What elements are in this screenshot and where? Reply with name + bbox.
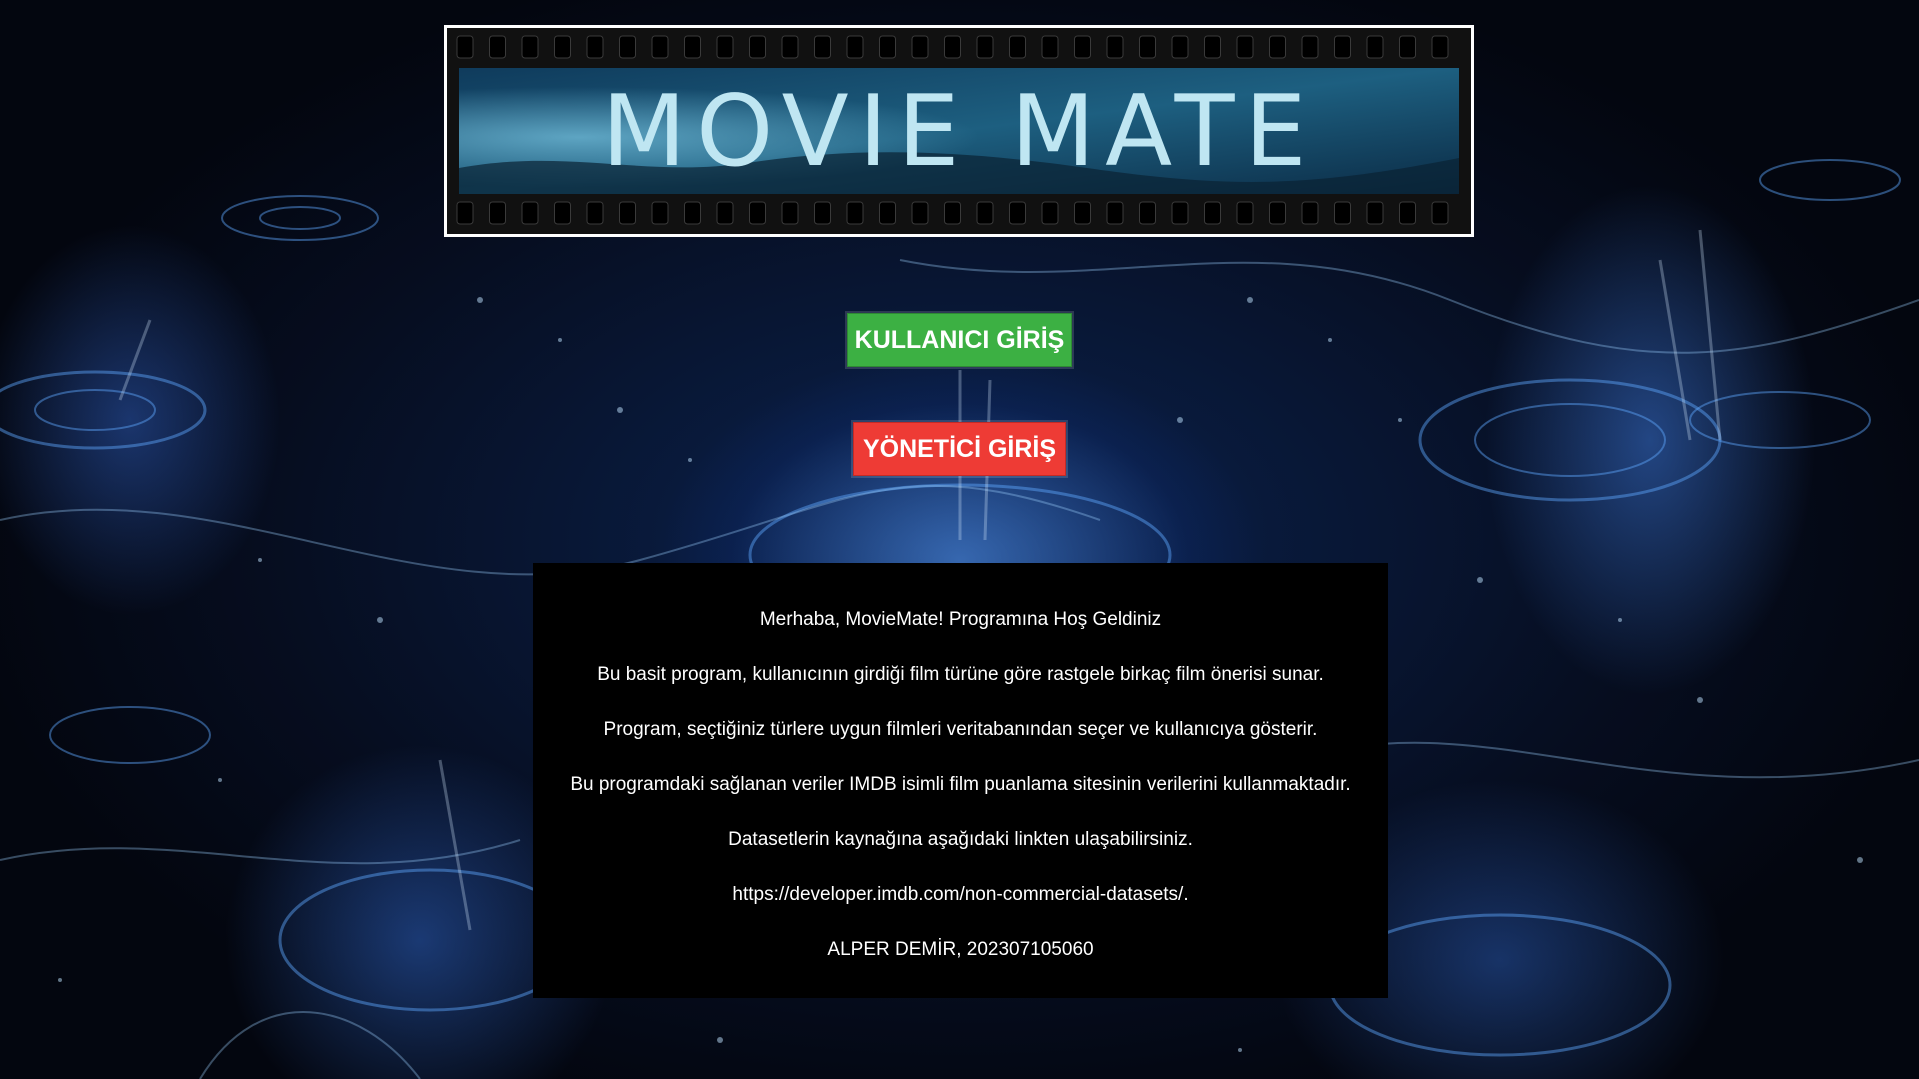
sprocket-hole	[489, 201, 506, 225]
sprocket-hole	[1334, 201, 1351, 225]
sprocket-hole	[1431, 201, 1449, 225]
sprocket-hole	[619, 35, 636, 59]
sprocket-hole	[749, 201, 766, 225]
sprocket-hole	[1399, 35, 1416, 59]
sprocket-hole	[1009, 35, 1026, 59]
sprocket-hole	[1269, 35, 1286, 59]
sprocket-hole	[749, 35, 766, 59]
sprocket-hole	[1366, 35, 1384, 59]
sprocket-hole	[586, 201, 604, 225]
sprocket-hole	[1041, 35, 1059, 59]
sprocket-hole	[911, 35, 929, 59]
sprocket-hole	[684, 201, 701, 225]
sprocket-hole	[586, 35, 604, 59]
sprocket-hole	[846, 35, 864, 59]
sprocket-hole	[1106, 201, 1124, 225]
sprocket-hole	[456, 35, 474, 59]
sprocket-hole	[1009, 201, 1026, 225]
sprocket-hole	[521, 35, 539, 59]
sprocket-hole	[781, 35, 799, 59]
user-login-button[interactable]: KULLANICI GİRİŞ	[847, 313, 1072, 367]
sprocket-hole	[1431, 35, 1449, 59]
sprocket-hole	[1106, 35, 1124, 59]
program-text: Program, seçtiğiniz türlere uygun filmle…	[603, 719, 1318, 740]
sprocket-hole	[781, 201, 799, 225]
sprocket-hole	[976, 35, 994, 59]
sprocket-hole	[554, 35, 571, 59]
sprocket-hole	[1171, 35, 1189, 59]
description-text: Bu basit program, kullanıcının girdiği f…	[597, 664, 1324, 685]
sprocket-hole	[1139, 35, 1156, 59]
data-source-text: Bu programdaki sağlanan veriler IMDB isi…	[570, 774, 1351, 795]
admin-login-button[interactable]: YÖNETİCİ GİRİŞ	[853, 422, 1066, 476]
sprocket-hole	[879, 35, 896, 59]
sprocket-hole	[1204, 201, 1221, 225]
sprocket-hole	[716, 35, 734, 59]
sprocket-hole	[1399, 201, 1416, 225]
sprocket-hole	[846, 201, 864, 225]
dataset-link-intro: Datasetlerin kaynağına aşağıdaki linkten…	[728, 829, 1193, 850]
sprocket-hole	[1366, 201, 1384, 225]
welcome-text: Merhaba, MovieMate! Programına Hoş Geldi…	[759, 609, 1162, 630]
author-text: ALPER DEMİR, 202307105060	[827, 939, 1094, 960]
sprocket-hole	[456, 201, 474, 225]
sprocket-hole	[1236, 201, 1254, 225]
sprocket-hole	[1334, 35, 1351, 59]
movie-mate-banner: MOVIE MATE	[444, 25, 1474, 237]
sprocket-hole	[651, 35, 669, 59]
sprocket-hole	[619, 201, 636, 225]
sprocket-hole	[814, 201, 831, 225]
sprocket-hole	[976, 201, 994, 225]
sprocket-hole	[716, 201, 734, 225]
sprocket-hole	[1139, 201, 1156, 225]
sprocket-hole	[1074, 201, 1091, 225]
sprocket-hole	[1269, 201, 1286, 225]
banner-title: MOVIE MATE	[602, 75, 1317, 189]
sprocket-hole	[1301, 35, 1319, 59]
sprocket-hole	[1301, 201, 1319, 225]
sprocket-hole	[489, 35, 506, 59]
sprocket-hole	[911, 201, 929, 225]
sprocket-hole	[814, 35, 831, 59]
sprocket-hole	[521, 201, 539, 225]
sprocket-hole	[879, 201, 896, 225]
main-window: MOVIE MATE KULLANICI GİRİŞ YÖNETİCİ GİRİ…	[0, 0, 1919, 1079]
sprocket-hole	[1074, 35, 1091, 59]
sprocket-hole	[944, 201, 961, 225]
info-panel: Merhaba, MovieMate! Programına Hoş Geldi…	[533, 563, 1388, 998]
sprocket-hole	[684, 35, 701, 59]
sprocket-hole	[1171, 201, 1189, 225]
sprocket-hole	[554, 201, 571, 225]
sprocket-hole	[1236, 35, 1254, 59]
sprocket-hole	[651, 201, 669, 225]
sprocket-hole	[944, 35, 961, 59]
sprocket-hole	[1204, 35, 1221, 59]
sprocket-hole	[1041, 201, 1059, 225]
dataset-link[interactable]: https://developer.imdb.com/non-commercia…	[533, 880, 1388, 935]
